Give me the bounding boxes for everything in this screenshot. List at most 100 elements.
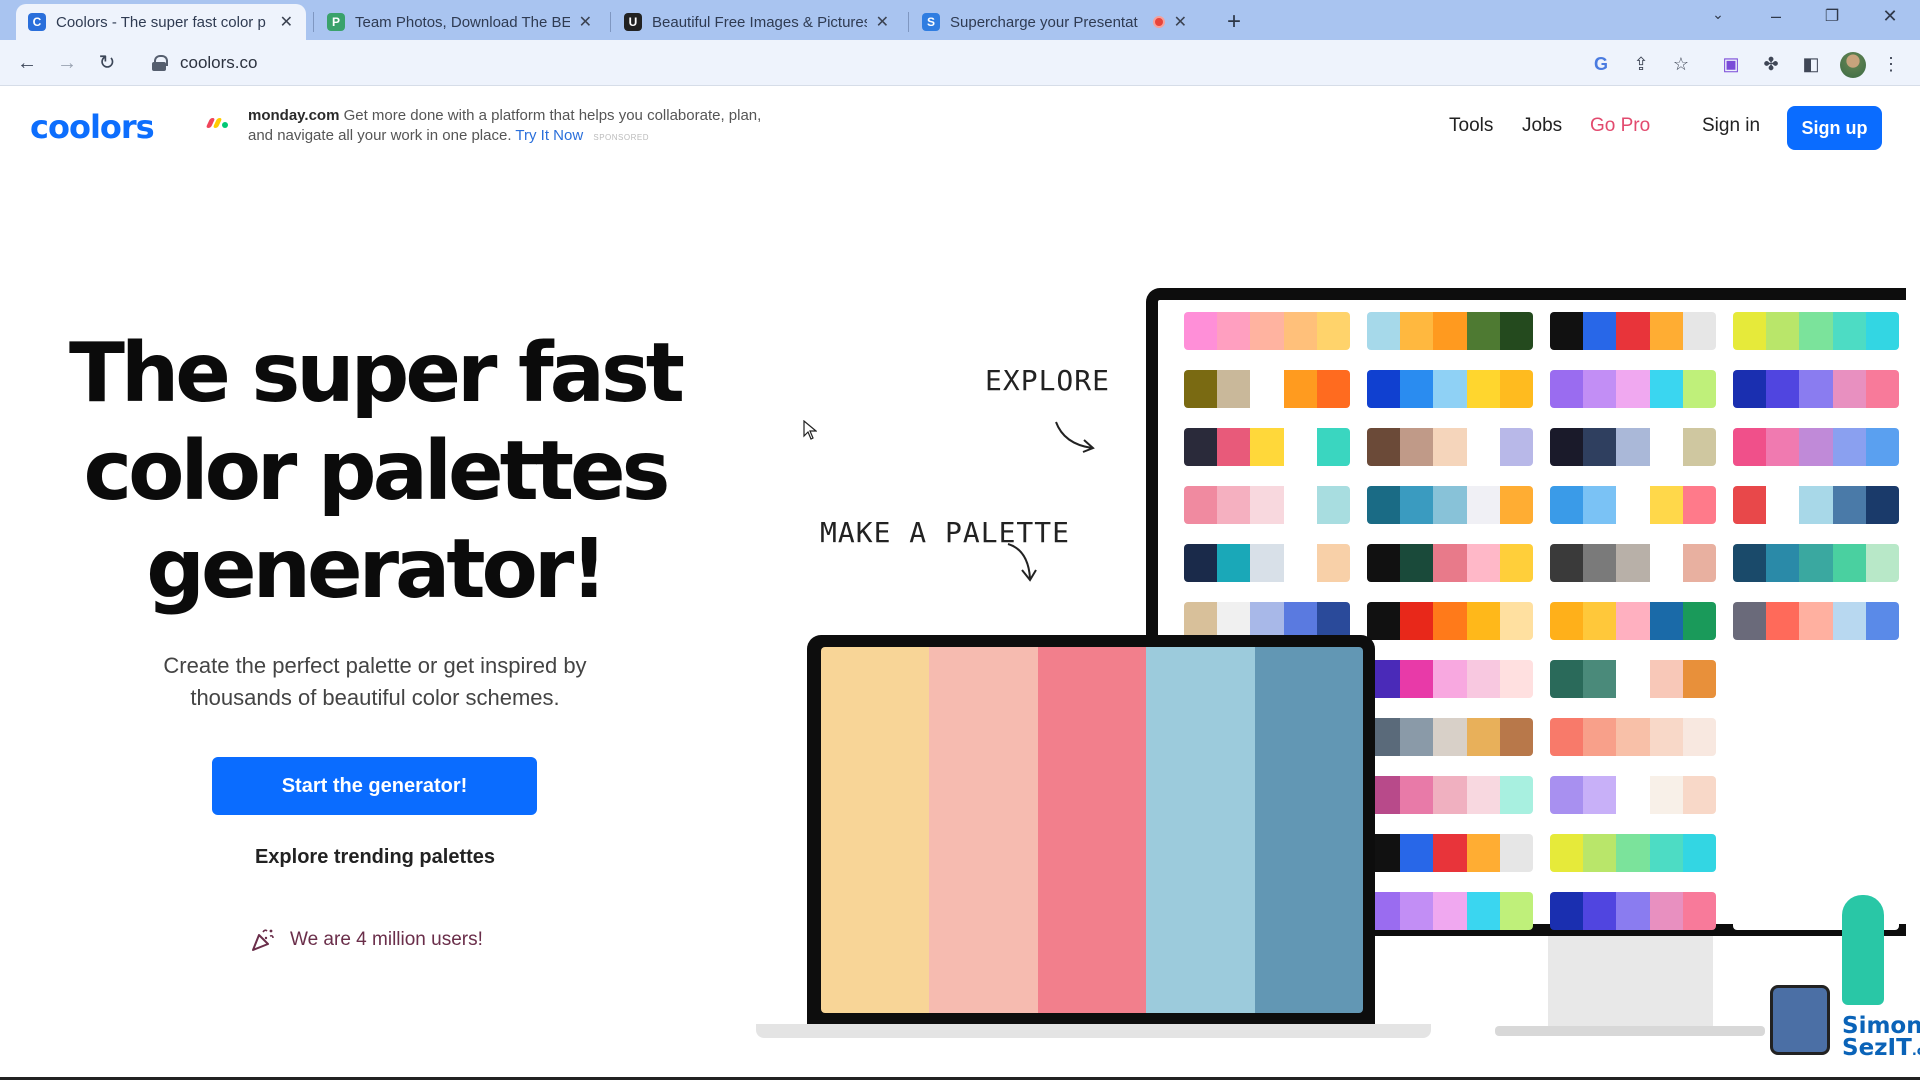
palette-swatch — [1250, 428, 1284, 466]
palette-swatch — [1649, 602, 1683, 640]
palette-swatch — [1433, 312, 1467, 350]
palette-card — [1550, 486, 1716, 524]
palette-card — [1367, 602, 1533, 640]
palette-swatch — [1400, 428, 1434, 466]
close-window-icon[interactable]: ✕ — [1878, 6, 1902, 27]
palette-swatch — [1832, 776, 1866, 814]
tab-title: Coolors - The super fast color p — [56, 13, 266, 31]
palette-swatch — [1616, 892, 1650, 930]
close-tab-icon[interactable]: ✕ — [875, 12, 890, 32]
palette-swatch — [1799, 312, 1833, 350]
monday-logo-icon — [205, 116, 230, 128]
palette-swatch — [1367, 312, 1401, 350]
palette-swatch — [1766, 370, 1800, 408]
palette-card — [1550, 718, 1716, 756]
palette-swatch — [1649, 544, 1683, 582]
palette-swatch — [1832, 660, 1866, 698]
palette-swatch — [1283, 370, 1317, 408]
palette-swatch — [1367, 370, 1401, 408]
tab-beautiful-images[interactable]: U Beautiful Free Images & Pictures ✕ — [612, 4, 902, 40]
sign-up-button[interactable]: Sign up — [1787, 106, 1882, 150]
palette-swatch — [1217, 486, 1251, 524]
ad-brand: monday.com — [248, 107, 340, 124]
palette-swatch — [1832, 370, 1866, 408]
watermark-text: Simon SezIT.com — [1842, 1015, 1920, 1063]
coolors-logo[interactable]: coolors — [30, 108, 155, 146]
nav-tools[interactable]: Tools — [1449, 115, 1493, 137]
profile-avatar[interactable] — [1840, 52, 1866, 78]
palette-swatch — [1499, 486, 1533, 524]
ad-cta-link[interactable]: Try It Now — [515, 127, 583, 144]
palette-swatch — [1466, 834, 1500, 872]
palette-swatch — [1649, 312, 1683, 350]
palette-swatch — [1682, 834, 1716, 872]
close-tab-icon[interactable]: ✕ — [279, 12, 294, 32]
palette-swatch — [1583, 834, 1617, 872]
palette-swatch — [1583, 602, 1617, 640]
palette-swatch — [1682, 428, 1716, 466]
palette-card — [1550, 602, 1716, 640]
palette-swatch — [1550, 312, 1584, 350]
palette-swatch — [1499, 718, 1533, 756]
palette-swatch — [1616, 312, 1650, 350]
palette-swatch — [1433, 834, 1467, 872]
palette-swatch — [1499, 776, 1533, 814]
tab-team-photos[interactable]: P Team Photos, Download The BE ✕ — [315, 4, 605, 40]
explore-arrow-icon — [1055, 421, 1095, 453]
palette-swatch — [1499, 892, 1533, 930]
share-icon[interactable]: ⇪ — [1630, 53, 1652, 75]
side-panel-icon[interactable]: ◧ — [1800, 53, 1822, 75]
close-tab-icon[interactable]: ✕ — [578, 12, 593, 32]
palette-swatch — [1865, 834, 1899, 872]
palette-card — [1184, 486, 1350, 524]
extension-icon[interactable]: ▣ — [1720, 53, 1742, 75]
close-tab-icon[interactable]: ✕ — [1173, 12, 1188, 32]
mascot-icon — [1770, 985, 1830, 1055]
palette-swatch — [1733, 312, 1767, 350]
palette-swatch — [1400, 776, 1434, 814]
palette-swatch — [1799, 544, 1833, 582]
palette-swatch — [1682, 370, 1716, 408]
google-lens-icon[interactable]: G — [1590, 53, 1612, 75]
sign-in-link[interactable]: Sign in — [1702, 115, 1760, 137]
bookmark-star-icon[interactable]: ☆ — [1670, 53, 1692, 75]
tab-supercharge[interactable]: S Supercharge your Presentat ✕ — [910, 4, 1200, 40]
reload-icon[interactable]: ↻ — [92, 48, 122, 78]
laptop-palette — [821, 647, 1363, 1013]
users-count-text: We are 4 million users! — [290, 929, 483, 950]
palette-swatch — [1583, 370, 1617, 408]
start-generator-button[interactable]: Start the generator! — [212, 757, 537, 815]
menu-kebab-icon[interactable]: ⋮ — [1880, 53, 1902, 75]
nav-go-pro[interactable]: Go Pro — [1590, 115, 1650, 137]
forward-arrow-icon[interactable]: → — [52, 48, 82, 78]
new-tab-plus-icon[interactable]: + — [1222, 8, 1246, 36]
nav-jobs[interactable]: Jobs — [1522, 115, 1562, 137]
watermark-line2: SezIT — [1842, 1035, 1912, 1061]
palette-swatch — [1649, 834, 1683, 872]
pexels-favicon-icon: P — [327, 13, 345, 31]
palette-card — [1550, 544, 1716, 582]
palette-swatch — [1184, 544, 1218, 582]
back-arrow-icon[interactable]: ← — [12, 48, 42, 78]
minimize-window-icon[interactable]: – — [1764, 6, 1788, 27]
restore-window-icon[interactable]: ❐ — [1820, 6, 1844, 26]
url-text[interactable]: coolors.co — [180, 53, 257, 73]
palette-card — [1367, 718, 1533, 756]
palette-swatch — [1316, 486, 1350, 524]
palette-swatch — [1400, 892, 1434, 930]
palette-swatch — [1616, 428, 1650, 466]
palette-swatch — [1499, 834, 1533, 872]
palette-swatch — [821, 647, 930, 1013]
explore-trending-link[interactable]: Explore trending palettes — [200, 846, 550, 869]
address-bar[interactable]: coolors.co — [140, 46, 1560, 80]
palette-card — [1367, 428, 1533, 466]
recording-icon — [1152, 16, 1165, 28]
watermark-suffix: .com — [1911, 1044, 1920, 1059]
tab-search-chevron-icon[interactable]: ⌄ — [1706, 6, 1730, 23]
extensions-puzzle-icon[interactable]: ✤ — [1760, 53, 1782, 75]
palette-swatch — [1616, 776, 1650, 814]
palette-swatch — [1499, 312, 1533, 350]
tab-coolors[interactable]: C Coolors - The super fast color p ✕ — [16, 4, 306, 40]
palette-swatch — [1682, 718, 1716, 756]
party-popper-icon — [252, 929, 274, 951]
